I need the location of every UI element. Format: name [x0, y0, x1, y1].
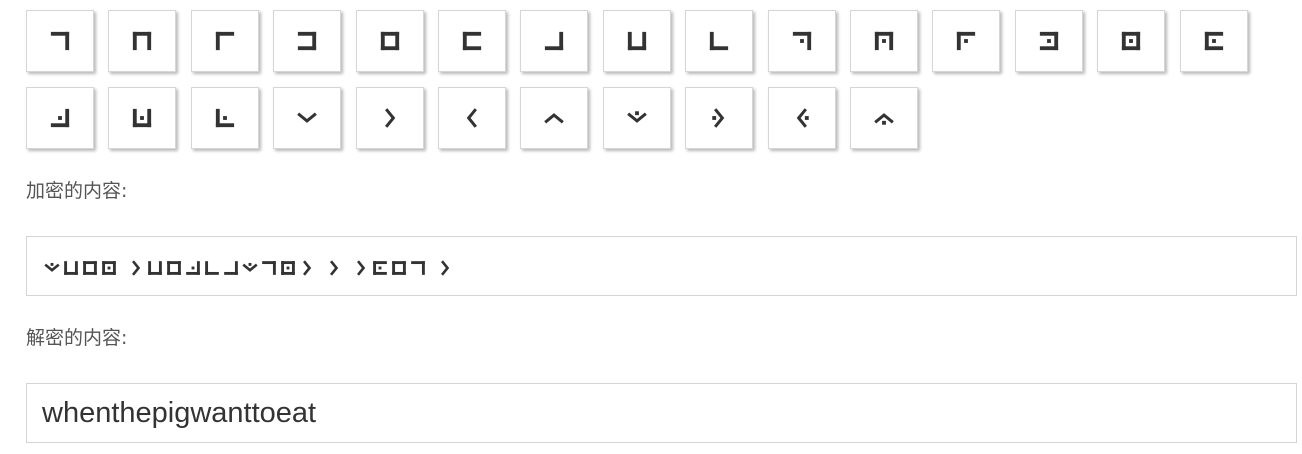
pigpen-b-icon — [133, 31, 152, 51]
pigpen-j-icon — [792, 31, 811, 51]
cipher-key-x[interactable] — [685, 87, 754, 149]
cipher-key-s[interactable] — [273, 87, 342, 149]
pigpen-z-icon — [874, 113, 894, 125]
encrypted-glyph-p-icon — [184, 259, 202, 282]
cipher-key-l[interactable] — [932, 10, 1001, 72]
encrypted-glyph-h-icon — [62, 259, 80, 282]
encrypted-glyph-o-icon — [371, 259, 389, 282]
cipher-key-a[interactable] — [26, 10, 94, 72]
encrypted-glyph-e-icon — [390, 259, 408, 282]
pigpen-t-icon — [384, 108, 395, 128]
pigpen-h-icon — [627, 31, 646, 51]
cipher-key-b[interactable] — [108, 10, 177, 72]
cipher-key-f[interactable] — [438, 10, 506, 72]
encrypted-glyph-w-icon — [241, 259, 259, 282]
encrypted-content-field[interactable] — [26, 236, 1297, 296]
pigpen-w-icon — [627, 111, 647, 123]
encrypted-glyph-a-icon — [409, 259, 427, 282]
cipher-key-k[interactable] — [850, 10, 918, 72]
cipher-key-h[interactable] — [602, 10, 671, 72]
cipher-key-n[interactable] — [1097, 10, 1166, 72]
pigpen-x-icon — [712, 108, 725, 128]
cipher-key-r[interactable] — [190, 87, 259, 149]
encrypted-glyph-row — [43, 259, 455, 276]
cipher-key-z[interactable] — [850, 87, 918, 149]
pigpen-d-icon — [298, 31, 317, 51]
encrypted-glyph-e-icon — [165, 259, 183, 282]
pigpen-p-icon — [50, 108, 70, 128]
cipher-key-p[interactable] — [26, 87, 94, 149]
pigpen-e-icon — [380, 31, 399, 51]
pigpen-r-icon — [215, 108, 234, 128]
encrypted-content-label: 加密的内容: — [26, 180, 128, 202]
pigpen-y-icon — [796, 108, 809, 128]
cipher-key-w[interactable] — [602, 87, 671, 149]
encrypted-glyph-g-icon — [222, 259, 240, 282]
encrypted-glyph-n-icon — [100, 259, 118, 282]
cipher-key-v[interactable] — [520, 87, 589, 149]
encrypted-glyph-t-icon — [352, 259, 370, 282]
encrypted-glyph-t-icon — [325, 259, 343, 282]
cipher-key-i[interactable] — [685, 10, 754, 72]
encrypted-glyph-t-icon — [298, 259, 316, 282]
pigpen-f-icon — [462, 31, 482, 51]
pigpen-k-icon — [874, 31, 894, 51]
encrypted-glyph-a-icon — [260, 259, 278, 282]
cipher-key-c[interactable] — [190, 10, 259, 72]
pigpen-i-icon — [710, 31, 729, 51]
encrypted-glyph-h-icon — [146, 259, 164, 282]
pigpen-a-icon — [50, 31, 70, 51]
cipher-key-m[interactable] — [1014, 10, 1083, 72]
cipher-key-d[interactable] — [273, 10, 342, 72]
pigpen-v-icon — [544, 113, 565, 124]
encrypted-glyph-w-icon — [43, 259, 61, 282]
cipher-key-y[interactable] — [767, 87, 836, 149]
pigpen-n-icon — [1122, 31, 1141, 51]
pigpen-q-icon — [133, 108, 152, 128]
pigpen-l-icon — [957, 31, 976, 51]
pigpen-m-icon — [1039, 31, 1058, 51]
cipher-key-g[interactable] — [520, 10, 589, 72]
cipher-key-u[interactable] — [438, 87, 506, 149]
encrypted-glyph-t-icon — [127, 259, 145, 282]
encrypted-glyph-n-icon — [279, 259, 297, 282]
pigpen-u-icon — [466, 108, 477, 128]
cipher-key-q[interactable] — [108, 87, 177, 149]
cipher-key-j[interactable] — [767, 10, 836, 72]
pigpen-o-icon — [1204, 31, 1223, 51]
pigpen-g-icon — [545, 31, 564, 51]
pigpen-s-icon — [297, 112, 317, 123]
cipher-key-o[interactable] — [1179, 10, 1248, 72]
decrypted-content-field[interactable] — [26, 383, 1297, 443]
encrypted-glyph-i-icon — [203, 259, 221, 282]
cipher-key-t[interactable] — [355, 87, 424, 149]
encrypted-glyph-e-icon — [81, 259, 99, 282]
decrypted-content-input[interactable] — [27, 384, 1296, 442]
encrypted-glyph-t-icon — [436, 259, 454, 282]
decrypted-content-label: 解密的内容: — [26, 327, 128, 349]
cipher-key-e[interactable] — [355, 10, 424, 72]
pigpen-c-icon — [215, 31, 234, 51]
